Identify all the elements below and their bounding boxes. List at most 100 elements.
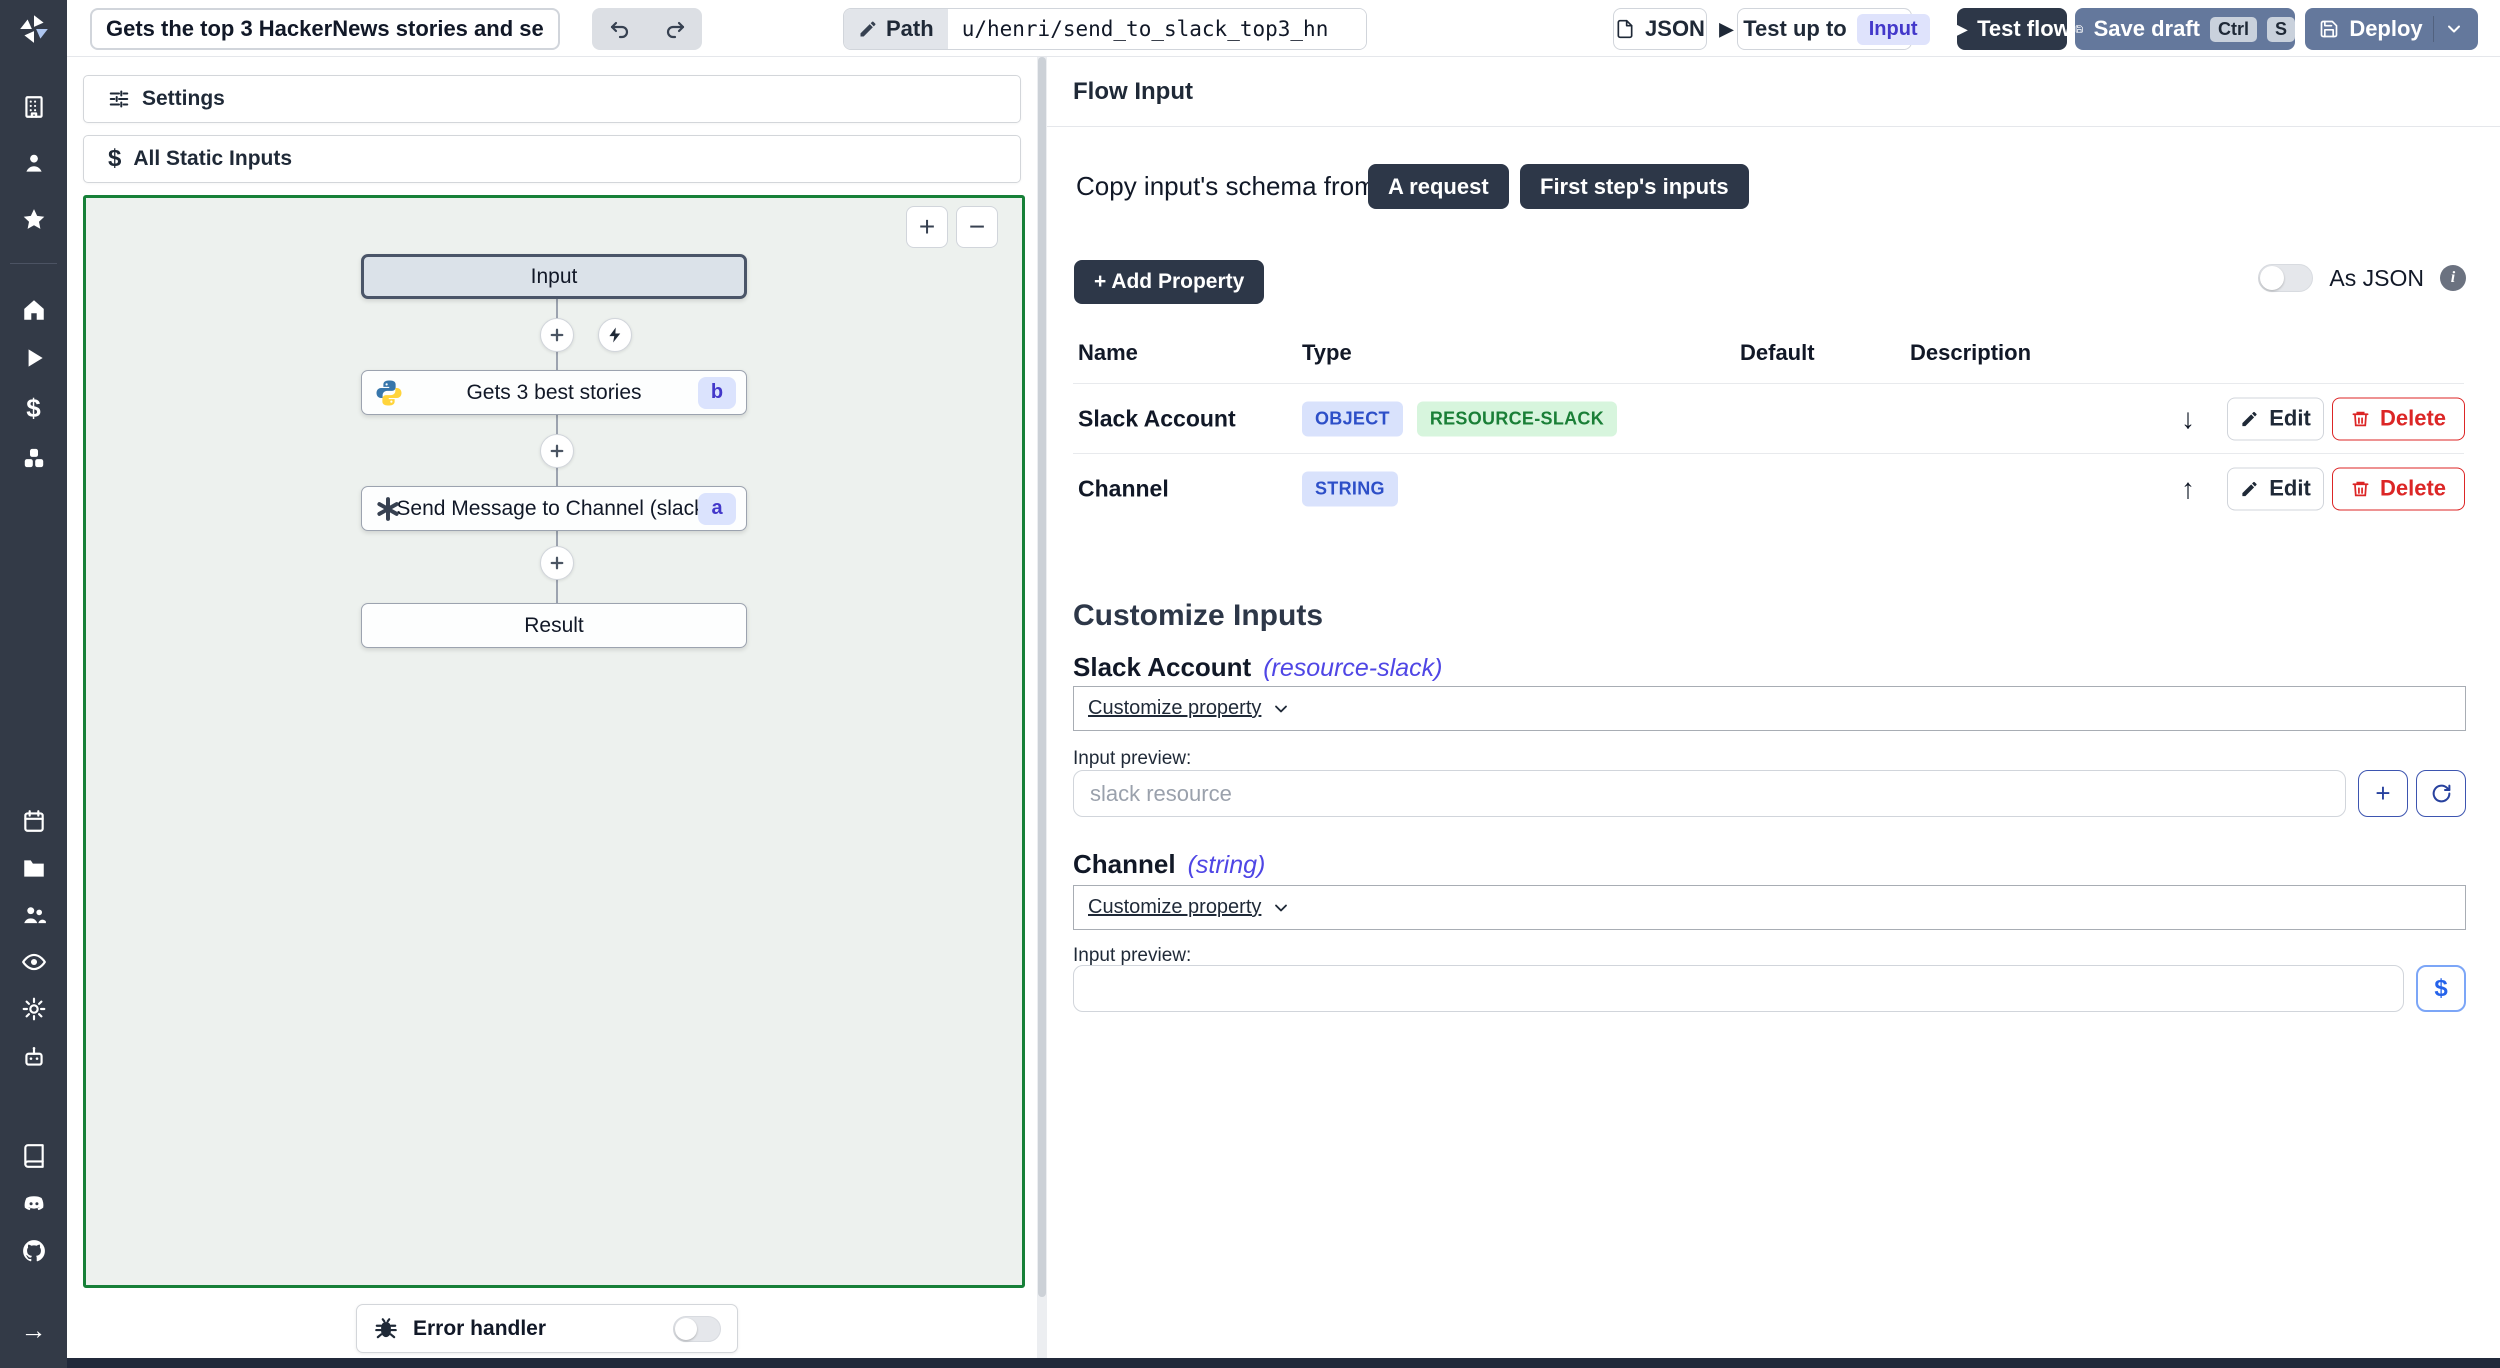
move-down-button[interactable]: ↓ xyxy=(2181,403,2195,435)
input-preview-label: Input preview: xyxy=(1073,748,1192,769)
divider-scrollbar-thumb[interactable] xyxy=(1038,57,1046,1297)
sidebar-item-github[interactable] xyxy=(0,1229,67,1273)
delete-property-button[interactable]: Delete xyxy=(2332,467,2465,510)
add-property-button[interactable]: + Add Property xyxy=(1074,260,1265,304)
plus-icon xyxy=(550,444,564,458)
sidebar-item-runs[interactable] xyxy=(0,336,67,380)
node-step-b[interactable]: Gets 3 best stories b xyxy=(361,370,747,415)
book-icon xyxy=(23,1144,44,1168)
flow-graph[interactable]: + − Input Gets 3 best stories b Send Mes… xyxy=(83,195,1025,1288)
chevron-down-icon[interactable] xyxy=(2444,19,2464,39)
undo-button[interactable] xyxy=(592,8,647,50)
zoom-in-button[interactable]: + xyxy=(906,206,948,248)
sidebar-item-resources[interactable] xyxy=(0,436,67,480)
sidebar-item-groups[interactable] xyxy=(0,893,67,937)
edit-property-button[interactable]: Edit xyxy=(2227,467,2324,510)
as-json-toggle[interactable] xyxy=(2258,264,2314,292)
node-step-a-label: Send Message to Channel (slack) xyxy=(396,496,712,520)
customize-property-link[interactable]: Customize property xyxy=(1088,896,1261,919)
flow-input-title: Flow Input xyxy=(1073,77,1193,105)
deploy-button[interactable]: Deploy xyxy=(2305,8,2478,50)
sidebar-item-workers[interactable] xyxy=(0,1035,67,1079)
json-button-label: JSON xyxy=(1645,16,1705,41)
customize-property-box[interactable]: Customize property xyxy=(1073,686,2466,731)
panel-resize-divider[interactable] xyxy=(1037,57,1047,1358)
trash-icon xyxy=(2352,481,2369,496)
flow-input-panel: Flow Input Copy input's schema from A re… xyxy=(1047,57,2500,1358)
edit-property-button[interactable]: Edit xyxy=(2227,397,2324,440)
customize-property-box[interactable]: Customize property xyxy=(1073,885,2466,930)
json-button[interactable]: JSON xyxy=(1613,8,1707,50)
test-flow-button[interactable]: ▶ Test flow xyxy=(1953,8,2071,50)
channel-preview-input[interactable] xyxy=(1073,965,2404,1012)
add-trigger-button[interactable] xyxy=(598,318,632,352)
eye-icon xyxy=(21,953,46,971)
slack-account-preview-input[interactable] xyxy=(1073,770,2346,817)
sidebar: $ → xyxy=(0,0,67,1368)
path-control: Path xyxy=(843,8,1367,50)
windmill-logo[interactable] xyxy=(0,0,67,57)
sidebar-item-docs[interactable] xyxy=(0,1134,67,1178)
test-up-to-button[interactable]: ▶ Test up to Input xyxy=(1719,8,1930,50)
chevron-down-icon xyxy=(1275,705,1288,712)
toggle-knob xyxy=(675,1317,697,1340)
sidebar-item-audit-logs[interactable] xyxy=(0,940,67,984)
path-input[interactable] xyxy=(947,9,1366,49)
arrow-right-icon: → xyxy=(20,1315,47,1345)
save-draft-label: Save draft xyxy=(2093,16,2200,41)
delete-label: Delete xyxy=(2379,405,2447,431)
sidebar-item-user[interactable] xyxy=(0,141,67,185)
section-name: Channel xyxy=(1073,849,1176,879)
copy-from-first-step-button[interactable]: First step's inputs xyxy=(1520,164,1749,209)
sidebar-item-home[interactable] xyxy=(0,288,67,332)
sidebar-expand-button[interactable]: → xyxy=(0,1308,67,1352)
section-heading-channel: Channel (string) xyxy=(1073,849,1265,880)
path-chip[interactable]: Path xyxy=(844,9,948,49)
node-result-label: Result xyxy=(524,613,584,637)
customize-property-link[interactable]: Customize property xyxy=(1088,697,1261,720)
sidebar-item-variables[interactable]: $ xyxy=(0,386,67,430)
redo-button[interactable] xyxy=(647,8,702,50)
property-row-slack-account: Slack Account OBJECT RESOURCE-SLACK ↓ Ed… xyxy=(1073,383,2465,453)
zoom-out-button[interactable]: − xyxy=(956,206,998,248)
type-badge-object: OBJECT xyxy=(1302,401,1403,436)
bottom-drawer-edge[interactable] xyxy=(0,1358,2500,1368)
sidebar-item-schedules[interactable] xyxy=(0,799,67,843)
gear-icon xyxy=(22,997,45,1021)
sidebar-item-workspace[interactable] xyxy=(0,85,67,129)
add-resource-button[interactable]: + xyxy=(2358,770,2408,817)
settings-bar[interactable]: Settings xyxy=(83,75,1021,123)
path-label: Path xyxy=(886,16,934,41)
insert-step-button[interactable] xyxy=(540,546,574,580)
as-json-label: As JSON xyxy=(2329,264,2424,291)
chevron-down-icon xyxy=(1275,904,1288,911)
plus-icon: + xyxy=(2375,778,2391,808)
input-preview-label: Input preview: xyxy=(1073,945,1192,966)
plus-icon: + xyxy=(918,211,936,242)
move-up-button[interactable]: ↑ xyxy=(2181,473,2195,505)
settings-label: Settings xyxy=(142,87,225,110)
sidebar-item-settings[interactable] xyxy=(0,987,67,1031)
sidebar-item-discord[interactable] xyxy=(0,1182,67,1226)
insert-variable-button[interactable]: $ xyxy=(2416,965,2466,1012)
node-result[interactable]: Result xyxy=(361,603,747,648)
copy-from-request-button[interactable]: A request xyxy=(1368,164,1509,209)
node-input[interactable]: Input xyxy=(361,254,747,299)
error-handler-toggle[interactable] xyxy=(673,1315,721,1342)
delete-property-button[interactable]: Delete xyxy=(2332,397,2465,440)
sidebar-item-favorites[interactable] xyxy=(0,198,67,242)
insert-step-button[interactable] xyxy=(540,318,574,352)
info-icon[interactable]: i xyxy=(2440,265,2466,291)
node-step-a-id-badge: a xyxy=(698,492,736,525)
deploy-divider xyxy=(2432,16,2434,42)
node-step-a[interactable]: Send Message to Channel (slack) a xyxy=(361,486,747,531)
save-draft-button[interactable]: Save draft Ctrl S xyxy=(2075,8,2295,50)
all-static-inputs-bar[interactable]: $ All Static Inputs xyxy=(83,135,1021,183)
insert-step-button[interactable] xyxy=(540,434,574,468)
sidebar-item-folders[interactable] xyxy=(0,846,67,890)
topbar: Path JSON ▶ Test up to Input ▶ Test flow… xyxy=(67,0,2500,57)
calendar-icon xyxy=(23,810,44,832)
refresh-resources-button[interactable] xyxy=(2416,770,2466,817)
error-handler-node[interactable]: Error handler xyxy=(356,1304,738,1353)
flow-title-input[interactable] xyxy=(90,8,560,50)
